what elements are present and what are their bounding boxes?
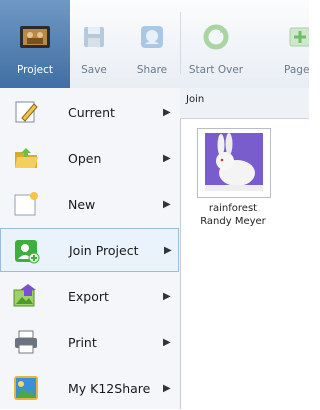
menu-item-export[interactable]: Export ▶ — [0, 274, 179, 318]
join-project-icon — [13, 237, 41, 265]
pencil-note-icon — [12, 98, 40, 126]
start-over-icon — [199, 20, 233, 54]
menu-label-print: Print — [68, 334, 97, 350]
project-label: Project — [17, 64, 53, 76]
menu-label-export: Export — [68, 288, 109, 304]
submenu-arrow-icon: ▶ — [163, 152, 171, 164]
submenu-arrow-icon: ▶ — [163, 106, 171, 118]
menu-item-join-project[interactable]: Join Project ▶ — [0, 228, 179, 272]
menu-item-current[interactable]: Current ▶ — [0, 90, 179, 134]
k12share-icon — [12, 374, 40, 402]
share-button[interactable]: Share — [130, 0, 174, 88]
submenu-arrow-icon: ▶ — [164, 244, 172, 256]
menu-label-join-project: Join Project — [69, 242, 139, 258]
printer-icon — [12, 328, 40, 356]
menu-label-new: New — [68, 196, 96, 212]
menu-item-print[interactable]: Print ▶ — [0, 320, 179, 364]
submenu-arrow-icon: ▶ — [163, 382, 171, 394]
submenu-arrow-icon: ▶ — [163, 198, 171, 210]
project-menu: Current ▶ Open ▶ New ▶ Join Project ▶ Ex… — [0, 88, 181, 409]
save-icon — [77, 20, 111, 54]
new-document-icon — [12, 190, 40, 218]
join-pane-header: Join — [180, 88, 309, 119]
pane-title: Join — [186, 94, 205, 105]
project-owner: Randy Meyer — [200, 216, 266, 227]
toolbar-divider — [180, 12, 181, 74]
project-icon — [18, 20, 52, 54]
save-button[interactable]: Save — [72, 0, 116, 88]
page-label: Page — [284, 64, 309, 76]
submenu-arrow-icon: ▶ — [163, 336, 171, 348]
menu-label-open: Open — [68, 150, 102, 166]
page-button[interactable]: Page — [280, 0, 309, 88]
start-over-label: Start Over — [188, 64, 244, 76]
share-label: Share — [136, 64, 168, 76]
menu-label-my-k12share: My K12Share — [68, 380, 151, 396]
start-over-button[interactable]: Start Over — [186, 0, 246, 88]
open-folder-icon — [12, 144, 40, 172]
save-label: Save — [81, 64, 107, 76]
project-name: rainforest — [208, 203, 258, 214]
share-icon — [135, 20, 169, 54]
add-page-icon — [286, 20, 309, 54]
menu-item-new[interactable]: New ▶ — [0, 182, 179, 226]
toolbar: Project Save Share Start Over Page — [0, 0, 309, 89]
project-button[interactable]: Project — [0, 0, 70, 88]
export-icon — [12, 282, 40, 310]
project-thumbnail[interactable] — [197, 128, 271, 198]
menu-item-my-k12share[interactable]: My K12Share ▶ — [0, 366, 179, 410]
menu-label-current: Current — [68, 104, 115, 120]
submenu-arrow-icon: ▶ — [163, 290, 171, 302]
menu-item-open[interactable]: Open ▶ — [0, 136, 179, 180]
rabbit-image — [205, 133, 263, 191]
